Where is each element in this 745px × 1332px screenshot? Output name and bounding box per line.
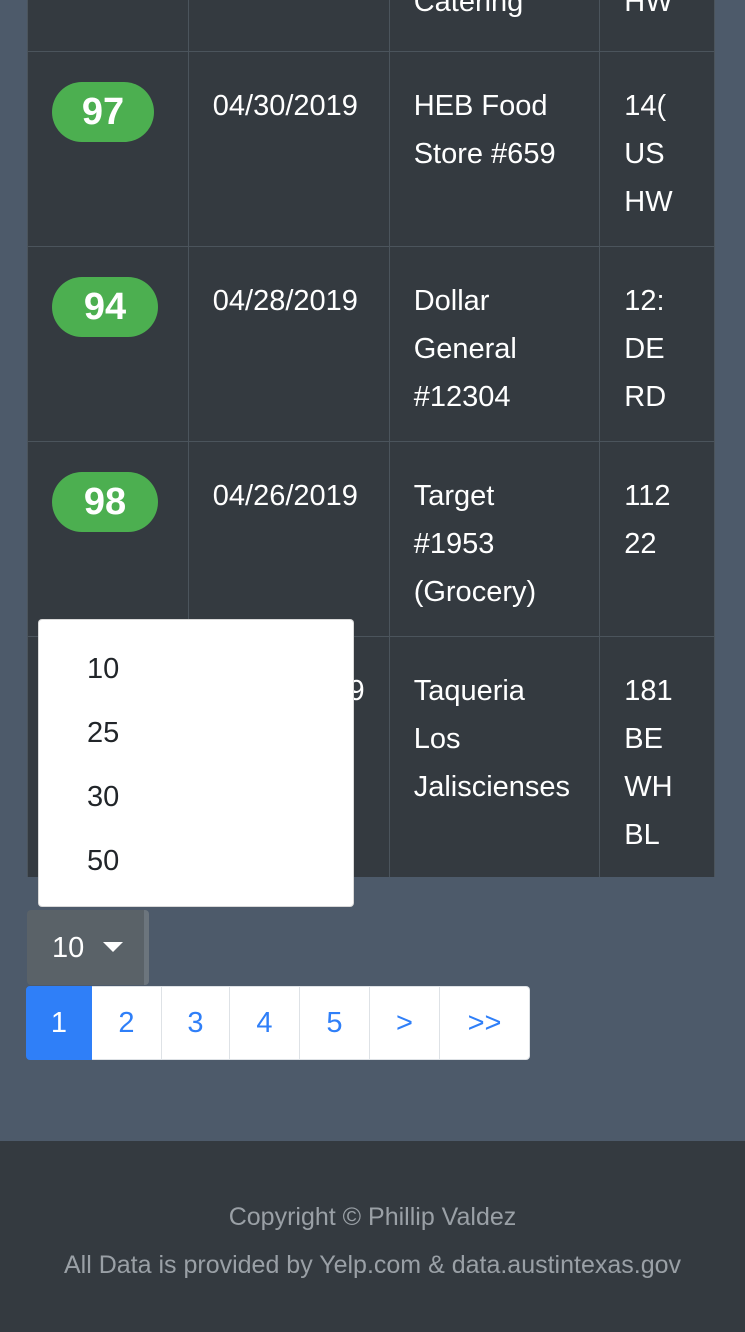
address-cell: 12: DE RD <box>599 246 715 442</box>
restaurant-name-cell: Target #1953 (Grocery) <box>388 441 601 637</box>
restaurant-name-cell: Taqueria Los Jaliscienses <box>388 636 601 877</box>
restaurant-name-cell: Catering <box>388 0 601 52</box>
page-link-1[interactable]: 1 <box>26 986 92 1060</box>
copyright-text: Copyright © Phillip Valdez <box>228 1203 517 1231</box>
page-link-5[interactable]: 5 <box>300 986 370 1060</box>
restaurant-name-cell: HEB Food Store #659 <box>388 51 601 247</box>
date-cell: 04/28/2019 <box>187 246 390 442</box>
address-cell: 112 22 <box>599 441 715 637</box>
table-row: 97 04/30/2019 HEB Food Store #659 14( US… <box>27 51 715 247</box>
score-badge: 94 <box>52 277 158 337</box>
address-cell: 181 BE WH BL <box>599 636 715 877</box>
page-size-option-25[interactable]: 25 <box>87 713 119 753</box>
table-row: 98 04/26/2019 Target #1953 (Grocery) 112… <box>27 441 715 637</box>
page-size-selected-label: 10 <box>52 932 85 964</box>
page-size-option-50[interactable]: 50 <box>87 841 119 881</box>
score-cell <box>27 0 189 52</box>
page-size-option-10[interactable]: 10 <box>87 649 119 689</box>
page-link-3[interactable]: 3 <box>162 986 230 1060</box>
next-page-link[interactable]: > <box>370 986 440 1060</box>
page-size-option-30[interactable]: 30 <box>87 777 119 817</box>
score-badge: 98 <box>52 472 158 532</box>
data-credit-text: All Data is provided by Yelp.com & data.… <box>63 1251 682 1279</box>
last-page-link[interactable]: >> <box>440 986 530 1060</box>
address-cell: 14( US HW <box>599 51 715 247</box>
score-cell: 94 <box>27 246 189 442</box>
caret-down-icon <box>103 942 123 952</box>
restaurant-name-cell: Dollar General #12304 <box>388 246 601 442</box>
table-row: Catering HW <box>27 0 715 52</box>
page-size-toggle-button[interactable]: 10 <box>27 910 149 985</box>
date-cell <box>187 0 390 52</box>
address-cell: HW <box>599 0 715 52</box>
date-cell: 04/26/2019 <box>187 441 390 637</box>
date-cell: 04/30/2019 <box>187 51 390 247</box>
page-link-2[interactable]: 2 <box>92 986 162 1060</box>
page-link-4[interactable]: 4 <box>230 986 300 1060</box>
footer: Copyright © Phillip Valdez All Data is p… <box>0 1141 745 1332</box>
pagination: 1 2 3 4 5 > >> <box>26 986 530 1060</box>
score-badge: 97 <box>52 82 154 142</box>
score-cell: 98 <box>27 441 189 637</box>
page-size-dropdown-menu: 10 25 30 50 <box>38 619 354 907</box>
table-row: 94 04/28/2019 Dollar General #12304 12: … <box>27 246 715 442</box>
score-cell: 97 <box>27 51 189 247</box>
